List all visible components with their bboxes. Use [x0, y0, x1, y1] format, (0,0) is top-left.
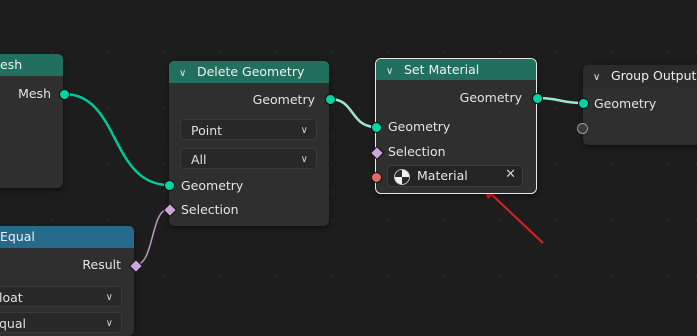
material-sphere-icon: [394, 169, 410, 185]
delete-geometry-geometry-socket[interactable]: [164, 180, 175, 191]
domain-select-value: Point: [191, 123, 223, 138]
domain-select[interactable]: Point ∨: [180, 119, 317, 140]
mesh-node-header[interactable]: esh: [0, 54, 63, 76]
mode-select-value: All: [191, 152, 207, 167]
set-material-geometry-socket[interactable]: [371, 122, 382, 133]
link-geometry-to-setmaterial: [329, 97, 377, 129]
operation-select[interactable]: qual ∨: [0, 312, 122, 333]
equal-node[interactable]: Equal Result loat ∨ qual ∨: [0, 226, 134, 336]
delete-geometry-title: Delete Geometry: [196, 64, 305, 79]
chevron-down-icon: ∨: [105, 318, 113, 329]
set-material-material-socket[interactable]: [371, 172, 382, 183]
set-material-node[interactable]: ∨ Set Material Geometry Geometry Selecti…: [375, 58, 537, 194]
data-type-select-value: loat: [0, 290, 23, 305]
equal-output-label: Result: [82, 257, 121, 272]
collapse-chevron-icon[interactable]: ∨: [179, 63, 193, 85]
delete-geometry-node[interactable]: ∨ Delete Geometry Geometry Point ∨ All ∨…: [169, 61, 329, 226]
material-field[interactable]: Material ✕: [387, 165, 523, 187]
delete-geometry-input-geometry: Geometry: [181, 178, 244, 193]
mesh-output-label: Mesh: [18, 86, 51, 101]
collapse-chevron-icon[interactable]: ∨: [593, 67, 607, 89]
delete-geometry-output-socket[interactable]: [325, 94, 336, 105]
mesh-node-title: esh: [0, 57, 23, 72]
collapse-chevron-icon[interactable]: ∨: [386, 61, 400, 82]
equal-node-header[interactable]: Equal: [0, 226, 134, 248]
group-output-empty-socket[interactable]: [577, 123, 588, 134]
delete-geometry-input-selection: Selection: [181, 202, 239, 217]
operation-select-value: qual: [0, 316, 26, 331]
set-material-input-geometry: Geometry: [388, 119, 451, 134]
mode-select[interactable]: All ∨: [180, 148, 317, 169]
link-mesh-to-geometry: [63, 92, 170, 187]
link-setmaterial-to-output: [536, 96, 584, 105]
group-output-node[interactable]: ∨ Group Output Geometry: [583, 65, 697, 145]
clear-material-icon[interactable]: ✕: [505, 167, 516, 182]
set-material-header[interactable]: ∨ Set Material: [376, 59, 536, 80]
chevron-down-icon: ∨: [300, 154, 308, 165]
material-field-value: Material: [417, 168, 468, 183]
set-material-title: Set Material: [403, 62, 480, 77]
delete-geometry-output-label: Geometry: [252, 92, 315, 107]
group-output-header[interactable]: ∨ Group Output: [583, 65, 697, 87]
mesh-output-socket[interactable]: [59, 89, 70, 100]
link-result-to-selection: [134, 208, 170, 266]
chevron-down-icon: ∨: [105, 292, 113, 303]
group-output-geometry-socket[interactable]: [578, 98, 589, 109]
set-material-input-selection: Selection: [388, 144, 446, 159]
group-output-input-geometry: Geometry: [594, 96, 657, 111]
mesh-node[interactable]: esh Mesh: [0, 54, 63, 188]
chevron-down-icon: ∨: [300, 125, 308, 136]
delete-geometry-header[interactable]: ∨ Delete Geometry: [169, 61, 329, 83]
set-material-output-label: Geometry: [459, 90, 522, 105]
set-material-output-socket[interactable]: [532, 93, 543, 104]
group-output-title: Group Output: [610, 68, 697, 83]
data-type-select[interactable]: loat ∨: [0, 286, 122, 307]
equal-node-title: Equal: [0, 229, 35, 244]
annotation-arrow: [482, 185, 544, 244]
